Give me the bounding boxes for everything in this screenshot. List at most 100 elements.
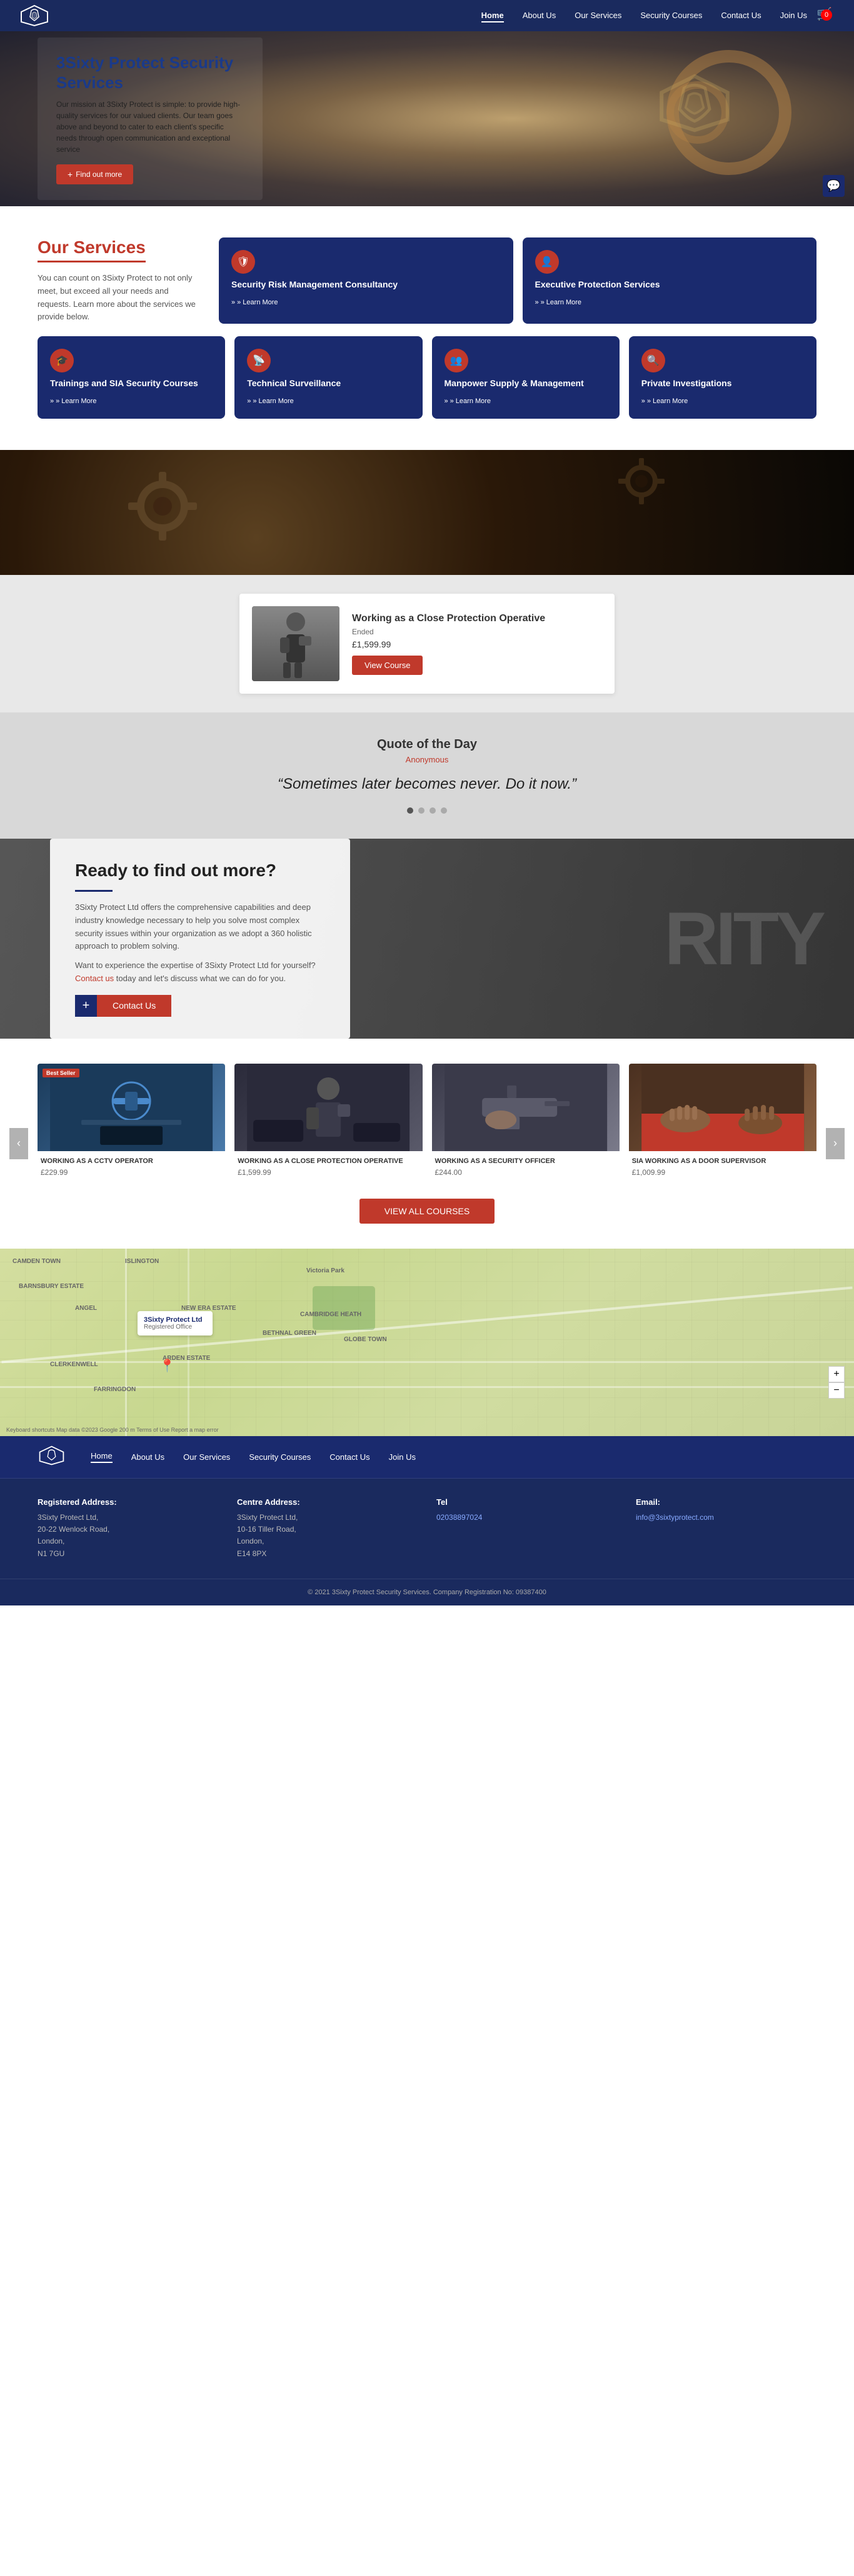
footer-centre-line1: 10-16 Tiller Road, xyxy=(237,1524,418,1535)
map-label-victoria: Victoria Park xyxy=(306,1267,344,1274)
course-item-0: Best Seller WORKING AS A CCTV OPERATOR £… xyxy=(38,1064,225,1183)
service-icon-0: 🛡 xyxy=(231,250,255,274)
course-item-info-2: Working as a Security Officer £244.00 xyxy=(432,1151,620,1183)
nav-services[interactable]: Our Services xyxy=(575,10,621,21)
view-all-courses-button[interactable]: VIEW ALL COURSES xyxy=(359,1199,495,1224)
footer-email: Email: info@3sixtyprotect.com xyxy=(636,1497,816,1560)
footer-tel-number[interactable]: 02038897024 xyxy=(436,1512,617,1524)
quote-dot-3[interactable] xyxy=(441,807,447,814)
best-seller-badge: Best Seller xyxy=(43,1069,79,1077)
service-link-4[interactable]: » Learn More xyxy=(445,397,491,405)
quote-dot-2[interactable] xyxy=(430,807,436,814)
chat-button[interactable]: 💬 xyxy=(823,175,845,197)
quote-dot-0[interactable] xyxy=(407,807,413,814)
service-link-3[interactable]: » Learn More xyxy=(247,397,294,405)
hero-content: 3Sixty Protect Security Services Our mis… xyxy=(38,37,263,199)
courses-grid: Best Seller WORKING AS A CCTV OPERATOR £… xyxy=(38,1064,816,1183)
map-background xyxy=(0,1249,854,1436)
service-link-1[interactable]: » Learn More xyxy=(535,299,582,306)
service-icon-5: 🔍 xyxy=(641,349,665,372)
view-course-button[interactable]: View Course xyxy=(352,656,423,675)
quote-section-title: Quote of the Day xyxy=(38,737,816,752)
footer-nav: Home About Us Our Services Security Cour… xyxy=(0,1436,854,1479)
footer-nav-services[interactable]: Our Services xyxy=(183,1452,230,1462)
service-icon-3: 📡 xyxy=(247,349,271,372)
footer-nav-contact[interactable]: Contact Us xyxy=(329,1452,369,1462)
carousel-left-arrow[interactable]: ‹ xyxy=(9,1128,28,1159)
course-item-info-1: Working as a Close Protection Operative … xyxy=(234,1151,422,1183)
map-label-globe-town: GLOBE TOWN xyxy=(344,1336,387,1343)
hero-logo-watermark xyxy=(648,56,741,150)
service-title-2: Trainings and SIA Security Courses xyxy=(50,377,213,389)
cart-badge: 0 xyxy=(821,9,832,21)
quote-dot-1[interactable] xyxy=(418,807,424,814)
footer-nav-home[interactable]: Home xyxy=(91,1451,113,1463)
navbar-logo[interactable] xyxy=(19,3,50,28)
footer-registered-address: Registered Address: 3Sixty Protect Ltd, … xyxy=(38,1497,218,1560)
hero-title: 3Sixty Protect Security Services xyxy=(56,53,244,92)
map-zoom-in[interactable]: + xyxy=(828,1366,845,1382)
footer-registered-heading: Registered Address: xyxy=(38,1497,218,1507)
ready-contact-button[interactable]: Contact Us xyxy=(97,995,171,1017)
footer-email-address[interactable]: info@3sixtyprotect.com xyxy=(636,1512,816,1524)
footer-centre-line0: 3Sixty Protect Ltd, xyxy=(237,1512,418,1524)
carousel-right-arrow[interactable]: › xyxy=(826,1128,845,1159)
map-label-angel: ANGEL xyxy=(75,1305,97,1312)
services-heading: Our Services xyxy=(38,237,146,262)
ready-content: Ready to find out more? 3Sixty Protect L… xyxy=(50,839,350,1039)
service-icon-1: 👤 xyxy=(535,250,559,274)
services-section: Our Services You can count on 3Sixty Pro… xyxy=(0,206,854,450)
course-card-image xyxy=(252,606,339,681)
nav-about[interactable]: About Us xyxy=(523,10,556,21)
navbar: Home About Us Our Services Security Cour… xyxy=(0,0,854,31)
ready-section: RITY Ready to find out more? 3Sixty Prot… xyxy=(0,839,854,1039)
course-item-price-3: £1,009.99 xyxy=(632,1168,813,1177)
quote-author: Anonymous xyxy=(38,755,816,764)
service-card-1[interactable]: 👤 Executive Protection Services » Learn … xyxy=(523,237,817,324)
gear-icon-small xyxy=(616,456,666,506)
footer-reg-line3: N1 7GU xyxy=(38,1548,218,1560)
course-item-title-0: WORKING AS A CCTV OPERATOR xyxy=(41,1157,222,1165)
map-pin: 📍 xyxy=(159,1358,175,1374)
service-card-0[interactable]: 🛡 Security Risk Management Consultancy »… xyxy=(219,237,513,324)
nav-courses[interactable]: Security Courses xyxy=(640,10,702,21)
course-card-status: Ended xyxy=(352,627,545,636)
course-item-info-0: WORKING AS A CCTV OPERATOR £229.99 xyxy=(38,1151,225,1183)
hero-section: 3Sixty Protect Security Services Our mis… xyxy=(0,31,854,206)
services-grid: Our Services You can count on 3Sixty Pro… xyxy=(38,237,816,324)
nav-join[interactable]: Join Us xyxy=(780,10,807,21)
ready-contact-link[interactable]: Contact us xyxy=(75,974,114,983)
course-item-title-2: Working as a Security Officer xyxy=(435,1157,616,1165)
map-label-camden: CAMDEN TOWN xyxy=(13,1258,61,1265)
service-title-4: Manpower Supply & Management xyxy=(445,377,607,389)
find-out-more-button[interactable]: Find out more xyxy=(56,164,133,184)
course-item-price-1: £1,599.99 xyxy=(238,1168,419,1177)
footer-nav-courses[interactable]: Security Courses xyxy=(249,1452,311,1462)
map-zoom-out[interactable]: − xyxy=(828,1382,845,1399)
service-link-0[interactable]: » Learn More xyxy=(231,299,278,306)
course-card-title: Working as a Close Protection Operative xyxy=(352,613,545,624)
footer-reg-line0: 3Sixty Protect Ltd, xyxy=(38,1512,218,1524)
navbar-links: Home About Us Our Services Security Cour… xyxy=(481,10,807,21)
service-link-2[interactable]: » Learn More xyxy=(50,397,97,405)
ready-para2: Want to experience the expertise of 3Six… xyxy=(75,959,325,986)
featured-course-section: Working as a Close Protection Operative … xyxy=(0,575,854,712)
footer-nav-join[interactable]: Join Us xyxy=(389,1452,416,1462)
service-card-2[interactable]: 🎓 Trainings and SIA Security Courses » L… xyxy=(38,336,225,419)
footer-reg-line2: London, xyxy=(38,1535,218,1547)
service-card-5[interactable]: 🔍 Private Investigations » Learn More xyxy=(629,336,816,419)
cart-area[interactable]: 🛒 0 xyxy=(816,6,835,25)
course-img-protection xyxy=(234,1064,422,1151)
service-card-4[interactable]: 👥 Manpower Supply & Management » Learn M… xyxy=(432,336,620,419)
footer-centre-line3: E14 8PX xyxy=(237,1548,418,1560)
nav-home[interactable]: Home xyxy=(481,10,504,21)
course-item-2: Working as a Security Officer £244.00 xyxy=(432,1064,620,1183)
service-card-3[interactable]: 📡 Technical Surveillance » Learn More xyxy=(234,336,422,419)
courses-grid-section: ‹ Best Seller WORKING AS A CCTV OPERATOR… xyxy=(0,1039,854,1249)
nav-contact[interactable]: Contact Us xyxy=(721,10,761,21)
service-link-5[interactable]: » Learn More xyxy=(641,397,688,405)
footer-nav-about[interactable]: About Us xyxy=(131,1452,164,1462)
services-intro-text: You can count on 3Sixty Protect to not o… xyxy=(38,272,200,324)
map-popup-title: 3Sixty Protect Ltd xyxy=(144,1316,203,1324)
ready-bg-text: RITY xyxy=(665,896,823,982)
